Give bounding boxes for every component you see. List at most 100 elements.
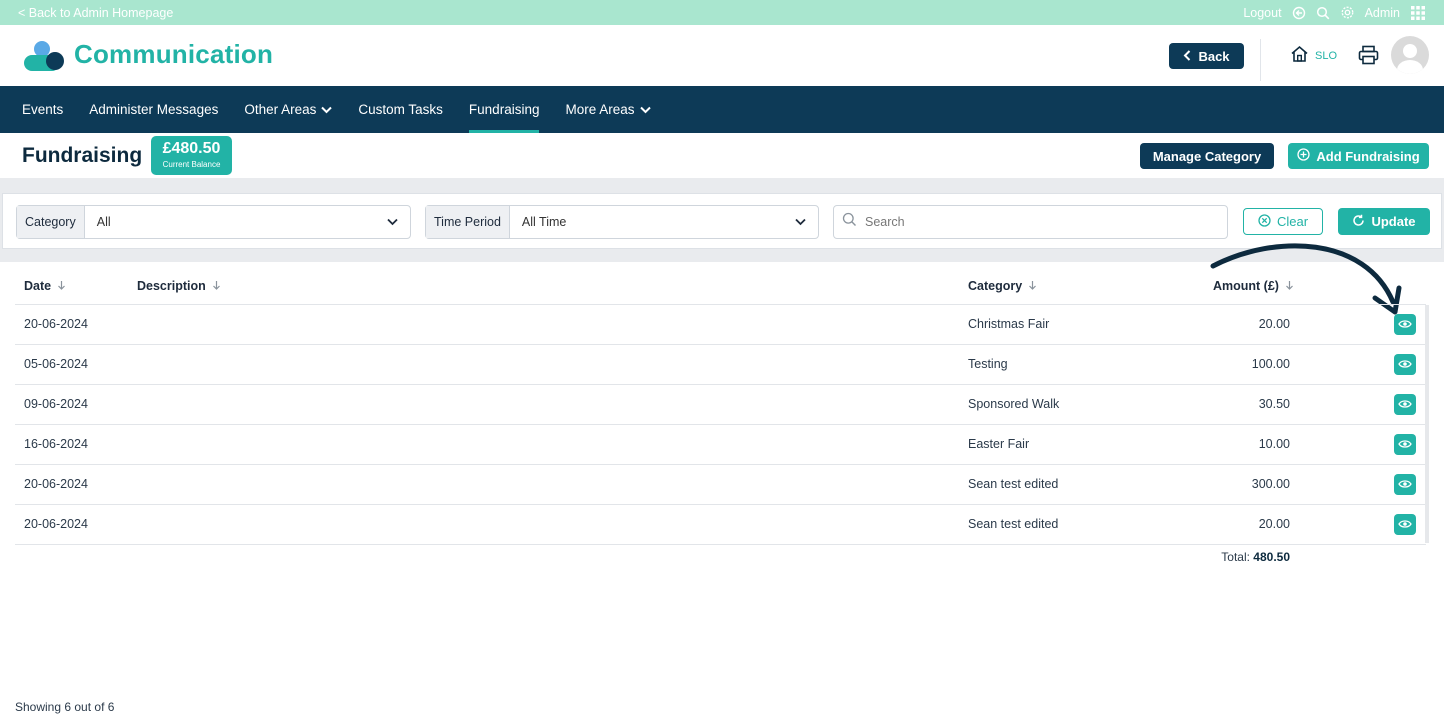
cell-date: 20-06-2024 xyxy=(24,517,88,531)
cell-date: 20-06-2024 xyxy=(24,477,88,491)
nav-item-other-areas[interactable]: Other Areas xyxy=(244,86,333,133)
search-icon[interactable] xyxy=(1316,6,1330,20)
table-total: Total: 480.50 xyxy=(1200,550,1290,564)
back-button[interactable]: Back xyxy=(1169,43,1244,69)
nav-item-label: Fundraising xyxy=(468,102,540,117)
category-select[interactable]: Category All xyxy=(16,205,411,239)
cell-category: Sean test edited xyxy=(968,477,1059,491)
time-period-select[interactable]: Time Period All Time xyxy=(425,205,819,239)
eye-icon xyxy=(1398,316,1412,334)
category-select-label: Category xyxy=(17,206,85,238)
eye-icon xyxy=(1398,476,1412,494)
cell-amount: 100.00 xyxy=(1251,357,1290,371)
view-button[interactable] xyxy=(1394,314,1416,335)
nav-item-events[interactable]: Events xyxy=(22,86,63,133)
table-row: 20-06-2024 Sean test edited 300.00 xyxy=(15,465,1426,505)
column-header-category[interactable]: Category xyxy=(968,279,1037,293)
avatar[interactable] xyxy=(1391,36,1429,74)
view-button[interactable] xyxy=(1394,354,1416,375)
search-box xyxy=(833,205,1228,239)
school-home-link[interactable]: SLO xyxy=(1290,45,1337,66)
sort-arrow-icon xyxy=(1028,279,1037,293)
view-button[interactable] xyxy=(1394,434,1416,455)
nav-item-label: Custom Tasks xyxy=(358,102,443,117)
add-fundraising-label: Add Fundraising xyxy=(1316,148,1420,164)
cell-amount: 300.00 xyxy=(1251,477,1290,491)
manage-category-button[interactable]: Manage Category xyxy=(1140,143,1274,169)
search-icon xyxy=(842,212,857,232)
view-button[interactable] xyxy=(1394,474,1416,495)
fundraising-table: Date Description Category Amount (£) 20-… xyxy=(15,268,1426,545)
column-header-date[interactable]: Date xyxy=(24,279,66,293)
nav-item-administer-messages[interactable]: Administer Messages xyxy=(89,86,218,133)
app-title: Communication xyxy=(74,39,274,69)
column-header-description[interactable]: Description xyxy=(137,279,221,293)
column-header-amount[interactable]: Amount (£) xyxy=(1213,279,1294,293)
pagination-summary: Showing 6 out of 6 xyxy=(15,700,115,714)
cell-amount: 20.00 xyxy=(1258,517,1290,531)
chevron-down-icon xyxy=(795,213,806,231)
sort-arrow-icon xyxy=(212,279,221,293)
top-strip: < Back to Admin Homepage Logout Admin xyxy=(0,0,1444,25)
column-header-label: Category xyxy=(968,279,1023,293)
cell-category: Sponsored Walk xyxy=(968,397,1060,411)
nav-item-label: More Areas xyxy=(565,102,635,117)
current-balance-badge: £480.50 Current Balance xyxy=(151,136,232,175)
sort-arrow-icon xyxy=(1285,279,1294,293)
main-nav: Events Administer Messages Other Areas C… xyxy=(0,86,1444,133)
table-row: 05-06-2024 Testing 100.00 xyxy=(15,345,1426,385)
eye-icon xyxy=(1398,516,1412,534)
school-code: SLO xyxy=(1315,49,1338,62)
cell-category: Testing xyxy=(968,357,1008,371)
view-button[interactable] xyxy=(1394,394,1416,415)
settings-icon[interactable] xyxy=(1340,5,1355,20)
app-header: Communication Back SLO xyxy=(0,25,1444,86)
table-row: 16-06-2024 Easter Fair 10.00 xyxy=(15,425,1426,465)
eye-icon xyxy=(1398,356,1412,374)
column-header-label: Amount (£) xyxy=(1213,279,1279,293)
print-icon[interactable] xyxy=(1358,45,1379,70)
time-period-select-value: All Time xyxy=(521,215,567,229)
cell-amount: 20.00 xyxy=(1258,317,1290,331)
total-label: Total: xyxy=(1221,550,1250,564)
update-button-label: Update xyxy=(1371,214,1416,229)
table-header: Date Description Category Amount (£) xyxy=(15,268,1426,305)
table-row: 20-06-2024 Christmas Fair 20.00 xyxy=(15,305,1426,345)
app-grid-icon[interactable] xyxy=(1410,5,1426,21)
balance-amount: £480.50 xyxy=(162,140,221,157)
home-icon xyxy=(1290,45,1309,66)
clear-button-label: Clear xyxy=(1276,214,1309,229)
cell-date: 09-06-2024 xyxy=(24,397,88,411)
table-scrollbar[interactable] xyxy=(1425,305,1429,543)
balance-label: Current Balance xyxy=(162,160,221,169)
refresh-icon xyxy=(1352,214,1365,230)
chevron-down-icon xyxy=(639,102,651,117)
update-button[interactable]: Update xyxy=(1338,208,1430,235)
logout-link[interactable]: Logout xyxy=(1243,6,1281,20)
admin-user-label[interactable]: Admin xyxy=(1365,6,1400,20)
clear-button[interactable]: Clear xyxy=(1243,208,1323,235)
cell-amount: 30.50 xyxy=(1258,397,1290,411)
table-row: 20-06-2024 Sean test edited 20.00 xyxy=(15,505,1426,545)
cell-date: 20-06-2024 xyxy=(24,317,88,331)
header-divider xyxy=(1260,39,1261,81)
app-logo-icon xyxy=(22,39,66,73)
eye-icon xyxy=(1398,436,1412,454)
search-input[interactable] xyxy=(865,215,1205,229)
nav-item-custom-tasks[interactable]: Custom Tasks xyxy=(358,86,443,133)
time-period-select-label: Time Period xyxy=(426,206,510,238)
cell-category: Easter Fair xyxy=(968,437,1030,451)
view-button[interactable] xyxy=(1394,514,1416,535)
nav-item-label: Events xyxy=(22,102,64,117)
cell-category: Christmas Fair xyxy=(968,317,1050,331)
nav-item-fundraising[interactable]: Fundraising xyxy=(468,86,540,133)
logout-icon[interactable] xyxy=(1292,6,1306,20)
nav-item-label: Other Areas xyxy=(244,102,317,117)
eye-icon xyxy=(1398,396,1412,414)
chevron-left-icon xyxy=(1183,49,1191,64)
nav-item-more-areas[interactable]: More Areas xyxy=(565,86,651,133)
cell-date: 16-06-2024 xyxy=(24,437,88,451)
add-fundraising-button[interactable]: Add Fundraising xyxy=(1288,143,1429,169)
cell-amount: 10.00 xyxy=(1258,437,1290,451)
back-to-admin-link[interactable]: < Back to Admin Homepage xyxy=(18,6,173,20)
